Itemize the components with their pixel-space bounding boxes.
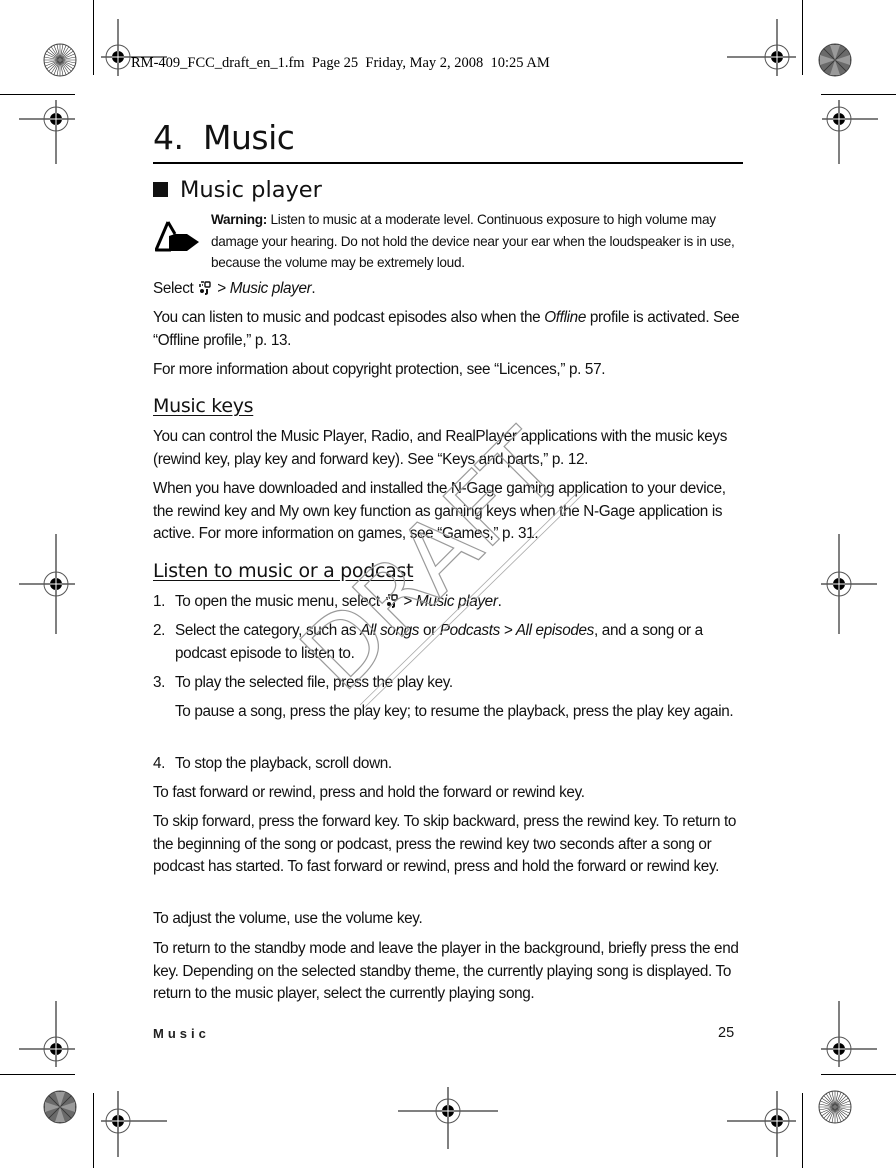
listen-heading: Listen to music or a podcast	[153, 560, 414, 582]
color-target-icon	[818, 43, 852, 77]
step-number: 3.	[153, 674, 166, 691]
registration-mark	[727, 19, 797, 77]
crop-mark	[0, 94, 75, 95]
copyright-paragraph: For more information about copyright pro…	[153, 361, 606, 378]
registration-mark	[820, 1000, 878, 1068]
crop-mark	[93, 1093, 94, 1168]
color-target-icon	[818, 1090, 852, 1124]
music-keys-paragraph-2: When you have downloaded and installed t…	[153, 480, 726, 542]
registration-mark	[820, 533, 878, 635]
menu-key-icon	[385, 593, 398, 608]
select-prefix: Select	[153, 280, 198, 297]
crop-mark	[93, 0, 94, 75]
page-number: 25	[718, 1025, 735, 1041]
section-title-text: Music player	[180, 177, 322, 203]
music-keys-heading: Music keys	[153, 395, 254, 417]
color-target-icon	[43, 43, 77, 77]
square-bullet-icon	[153, 182, 168, 197]
chapter-name: Music	[203, 118, 295, 157]
step-3: 3. To play the selected file, press the …	[153, 672, 748, 695]
step-suffix: .	[497, 593, 502, 610]
registration-mark	[727, 1090, 797, 1158]
warning-text: Warning: Listen to music at a moderate l…	[211, 209, 751, 274]
step-note-text: To pause a song, press the play key; to …	[175, 703, 734, 720]
menu-key-icon	[199, 280, 212, 295]
warning-label: Warning:	[211, 212, 267, 227]
standby-paragraph: To return to the standby mode and leave …	[153, 940, 739, 1002]
step-text: To stop the playback, scroll down.	[175, 755, 392, 772]
chapter-number: 4.	[153, 118, 184, 157]
print-header: RM-409_FCC_draft_en_1.fm Page 25 Friday,…	[131, 55, 550, 71]
select-separator: >	[213, 280, 230, 297]
music-keys-paragraph-1: You can control the Music Player, Radio,…	[153, 428, 728, 468]
footer-section: Music	[153, 1026, 210, 1041]
crop-mark	[821, 94, 896, 95]
crop-mark	[802, 0, 803, 75]
step-3-note: To pause a song, press the play key; to …	[153, 701, 748, 724]
step-4: 4. To stop the playback, scroll down.	[153, 753, 748, 776]
offline-profile-name: Offline	[544, 309, 586, 326]
all-episodes-label: Podcasts > All episodes	[439, 622, 595, 639]
fast-forward-paragraph: To fast forward or rewind, press and hol…	[153, 784, 585, 801]
select-suffix: .	[311, 280, 316, 297]
chapter-rule	[153, 162, 743, 164]
crop-mark	[821, 1074, 896, 1075]
crop-mark	[802, 1093, 803, 1168]
select-target: Music player	[229, 280, 312, 297]
registration-mark	[18, 98, 76, 166]
select-instruction: Select > Music player.	[153, 278, 748, 301]
step-text: To play the selected file, press the pla…	[175, 674, 453, 691]
registration-mark	[821, 98, 879, 166]
color-target-icon	[43, 1090, 77, 1124]
step-separator: >	[399, 593, 416, 610]
step-number: 4.	[153, 755, 166, 772]
step-target: Music player	[415, 593, 498, 610]
registration-mark	[18, 533, 76, 635]
skip-paragraph: To skip forward, press the forward key. …	[153, 813, 737, 875]
step-number: 1.	[153, 593, 166, 610]
warning-hand-icon	[154, 220, 201, 256]
offline-text-pre: You can listen to music and podcast epis…	[153, 309, 545, 326]
offline-paragraph: You can listen to music and podcast epis…	[153, 307, 748, 352]
volume-paragraph: To adjust the volume, use the volume key…	[153, 910, 423, 927]
registration-mark	[398, 1086, 498, 1150]
step-text: or	[419, 622, 440, 639]
chapter-title: 4. Music	[153, 118, 295, 157]
warning-body: Listen to music at a moderate level. Con…	[211, 212, 735, 270]
all-songs-label: All songs	[360, 622, 420, 639]
registration-mark	[99, 1090, 169, 1158]
step-text: Select the category, such as	[175, 622, 361, 639]
step-1: 1. To open the music menu, select > Musi…	[153, 591, 748, 614]
step-number: 2.	[153, 622, 166, 639]
step-2: 2. Select the category, such as All song…	[153, 620, 748, 665]
registration-mark	[18, 1000, 76, 1068]
section-title: Music player	[153, 177, 322, 203]
step-text: To open the music menu, select	[175, 593, 384, 610]
crop-mark	[0, 1074, 75, 1075]
